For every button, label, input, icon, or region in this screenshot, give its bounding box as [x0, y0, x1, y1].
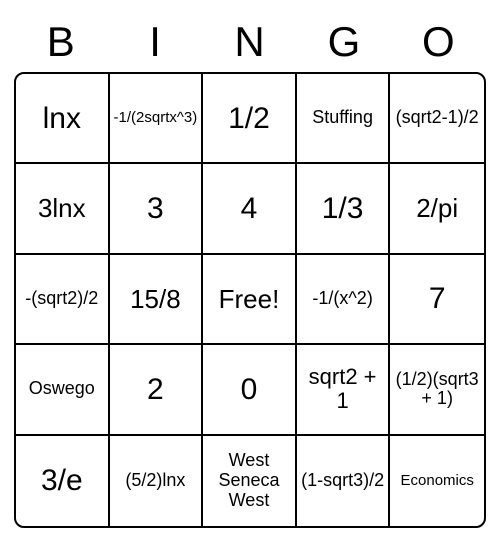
bingo-cell[interactable]: 3/e: [16, 436, 110, 526]
bingo-cell[interactable]: 2: [110, 345, 204, 435]
bingo-grid: lnx -1/(2sqrtx^3) 1/2 Stuffing (sqrt2-1)…: [14, 72, 486, 528]
bingo-cell[interactable]: sqrt2 + 1: [297, 345, 391, 435]
bingo-header-row: B I N G O: [14, 18, 486, 66]
bingo-card: B I N G O lnx -1/(2sqrtx^3) 1/2 Stuffing…: [14, 18, 486, 528]
bingo-cell[interactable]: Oswego: [16, 345, 110, 435]
bingo-cell[interactable]: 3: [110, 164, 204, 254]
header-n: N: [203, 18, 297, 66]
bingo-cell[interactable]: Stuffing: [297, 74, 391, 164]
bingo-cell[interactable]: West Seneca West: [203, 436, 297, 526]
bingo-cell[interactable]: 3lnx: [16, 164, 110, 254]
bingo-cell[interactable]: -(sqrt2)/2: [16, 255, 110, 345]
bingo-cell[interactable]: 0: [203, 345, 297, 435]
header-i: I: [108, 18, 202, 66]
bingo-cell[interactable]: 4: [203, 164, 297, 254]
bingo-cell[interactable]: (sqrt2-1)/2: [390, 74, 484, 164]
bingo-cell[interactable]: (1/2)(sqrt3 + 1): [390, 345, 484, 435]
header-b: B: [14, 18, 108, 66]
bingo-cell[interactable]: 1/2: [203, 74, 297, 164]
bingo-cell[interactable]: 7: [390, 255, 484, 345]
bingo-cell[interactable]: -1/(x^2): [297, 255, 391, 345]
bingo-cell[interactable]: lnx: [16, 74, 110, 164]
bingo-cell[interactable]: (5/2)lnx: [110, 436, 204, 526]
bingo-cell-free[interactable]: Free!: [203, 255, 297, 345]
bingo-cell[interactable]: Economics: [390, 436, 484, 526]
bingo-cell[interactable]: -1/(2sqrtx^3): [110, 74, 204, 164]
header-o: O: [392, 18, 486, 66]
bingo-cell[interactable]: 1/3: [297, 164, 391, 254]
bingo-cell[interactable]: (1-sqrt3)/2: [297, 436, 391, 526]
bingo-cell[interactable]: 15/8: [110, 255, 204, 345]
header-g: G: [297, 18, 391, 66]
bingo-cell[interactable]: 2/pi: [390, 164, 484, 254]
